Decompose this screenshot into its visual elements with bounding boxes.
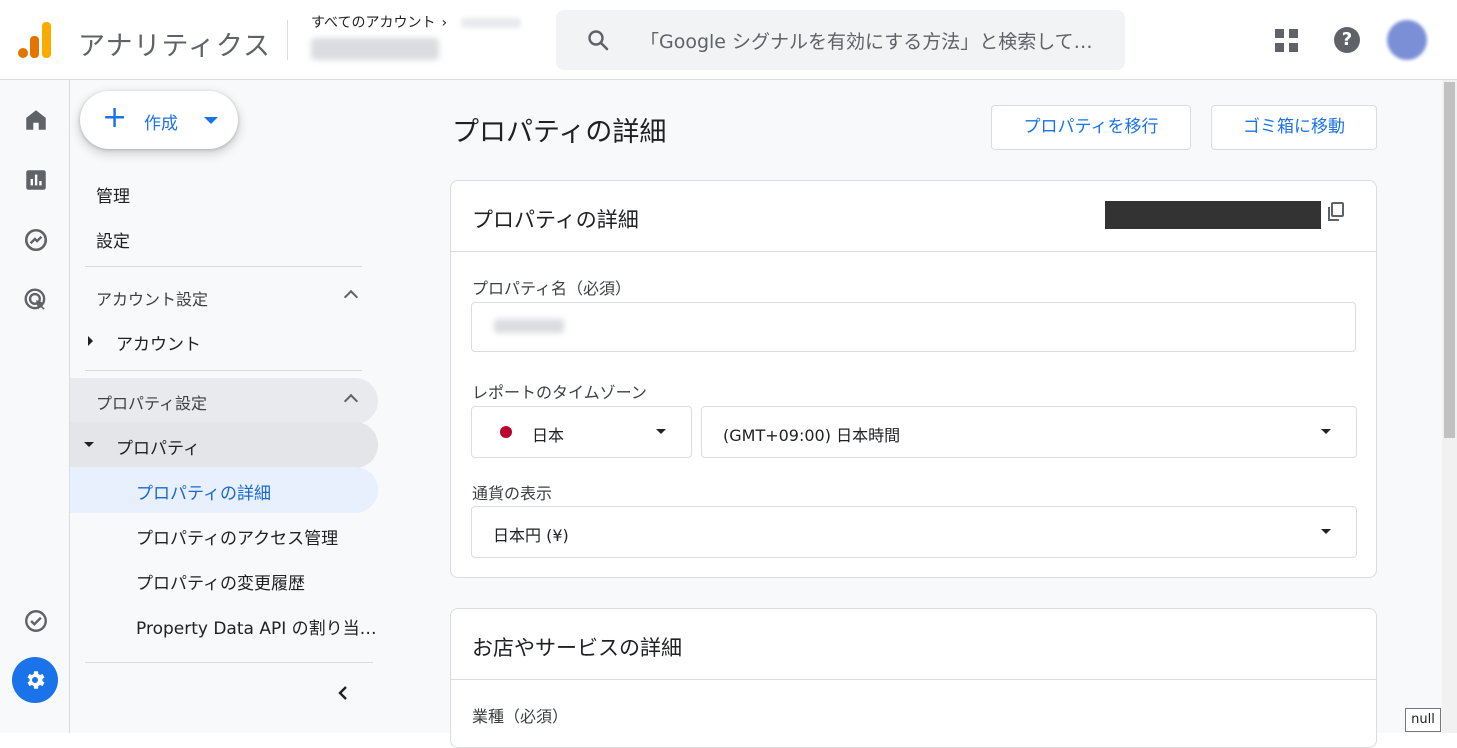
- move-to-trash-button[interactable]: ゴミ箱に移動: [1211, 105, 1377, 150]
- nav-item-property-details[interactable]: プロパティの詳細: [136, 479, 271, 504]
- plus-icon: +: [102, 100, 128, 135]
- timezone-select[interactable]: (GMT+09:00) 日本時間: [701, 406, 1357, 458]
- nav-item-property[interactable]: プロパティ: [116, 434, 200, 459]
- caret-down-icon: [204, 117, 218, 124]
- expand-right-icon[interactable]: [88, 336, 93, 346]
- dropdown-caret-icon: [1321, 429, 1331, 434]
- currency-value: 日本円 (¥): [493, 526, 569, 545]
- scrollbar-thumb[interactable]: [1444, 82, 1455, 438]
- property-details-card: プロパティの詳細 プロパティ名（必須） レポートのタイムゾーン 日本 (GMT+…: [450, 180, 1377, 578]
- business-details-card: お店やサービスの詳細 業種（必須）: [450, 608, 1377, 748]
- expand-down-icon[interactable]: [84, 442, 94, 447]
- admin-side-nav: + 作成 管理 設定 アカウント設定 アカウント プロパティ設定 プロパティ プ…: [70, 80, 390, 733]
- admin-settings-button[interactable]: [12, 657, 58, 703]
- divider: [85, 370, 362, 371]
- create-label: 作成: [144, 114, 178, 134]
- configure-icon[interactable]: [23, 608, 49, 634]
- dropdown-caret-icon: [656, 429, 666, 434]
- collapse-nav-icon[interactable]: [336, 685, 352, 701]
- avatar[interactable]: [1387, 20, 1427, 60]
- country-select[interactable]: 日本: [471, 406, 692, 458]
- move-property-button[interactable]: プロパティを移行: [991, 105, 1191, 150]
- advertising-icon[interactable]: [23, 287, 49, 313]
- breadcrumb-all-accounts[interactable]: すべてのアカウント: [311, 15, 435, 31]
- search-bar[interactable]: 「Google シグナルを有効にする方法」と検索して…: [556, 10, 1125, 70]
- nav-item-account[interactable]: アカウント: [116, 330, 201, 355]
- create-button[interactable]: + 作成: [80, 91, 238, 149]
- analytics-logo-icon[interactable]: [18, 22, 52, 58]
- nav-item-settings[interactable]: 設定: [96, 227, 130, 252]
- dropdown-caret-icon: [1321, 529, 1331, 534]
- explore-icon[interactable]: [23, 227, 49, 253]
- main-content: プロパティの詳細 プロパティを移行 ゴミ箱に移動 プロパティの詳細 プロパティ名…: [390, 80, 1442, 748]
- tooltip: null: [1405, 708, 1441, 732]
- nav-item-data-api-quota[interactable]: Property Data API の割り当…: [136, 614, 377, 639]
- help-icon[interactable]: ?: [1334, 27, 1360, 53]
- property-id-redacted: [1105, 201, 1321, 229]
- copy-icon[interactable]: [1326, 201, 1346, 223]
- breadcrumb[interactable]: すべてのアカウント ›: [311, 12, 522, 32]
- timezone-label: レポートのタイムゾーン: [472, 383, 647, 402]
- page-title: プロパティの詳細: [452, 117, 667, 148]
- property-name-value-redacted: [494, 319, 564, 333]
- breadcrumb-account-redacted: [461, 18, 522, 28]
- property-name-input[interactable]: [471, 302, 1356, 352]
- property-settings-section[interactable]: プロパティ設定: [96, 390, 207, 414]
- account-settings-section[interactable]: アカウント設定: [96, 286, 208, 310]
- timezone-value: (GMT+09:00) 日本時間: [723, 426, 901, 445]
- japan-flag-icon: [500, 426, 512, 438]
- nav-item-change-history[interactable]: プロパティの変更履歴: [136, 569, 305, 594]
- gear-icon: [27, 671, 45, 689]
- nav-item-property-access[interactable]: プロパティのアクセス管理: [136, 524, 338, 549]
- card-title: プロパティの詳細: [472, 208, 639, 232]
- account-property-selector[interactable]: [311, 38, 439, 60]
- home-icon[interactable]: [23, 107, 49, 133]
- card-divider: [451, 251, 1376, 252]
- nav-item-admin[interactable]: 管理: [96, 182, 130, 207]
- search-input[interactable]: 「Google シグナルを有効にする方法」と検索して…: [640, 27, 1093, 54]
- currency-label: 通貨の表示: [472, 484, 553, 503]
- card-divider: [451, 679, 1376, 680]
- header-divider: [287, 20, 288, 60]
- top-app-bar: アナリティクス すべてのアカウント › 「Google シグナルを有効にする方法」…: [0, 0, 1457, 80]
- divider: [85, 662, 373, 663]
- chevron-right-icon: ›: [441, 15, 448, 31]
- card-title: お店やサービスの詳細: [472, 636, 682, 660]
- industry-label: 業種（必須）: [472, 707, 569, 726]
- scrollbar[interactable]: [1442, 80, 1457, 733]
- chevron-up-icon[interactable]: [343, 289, 359, 305]
- currency-select[interactable]: 日本円 (¥): [471, 506, 1357, 558]
- search-icon: [588, 30, 609, 51]
- divider: [85, 266, 362, 267]
- reports-icon[interactable]: [23, 167, 49, 193]
- app-title: アナリティクス: [78, 31, 272, 62]
- country-value: 日本: [532, 426, 565, 445]
- property-name-label: プロパティ名（必須）: [472, 279, 632, 298]
- navigation-rail: [0, 80, 70, 733]
- apps-icon[interactable]: [1275, 29, 1299, 53]
